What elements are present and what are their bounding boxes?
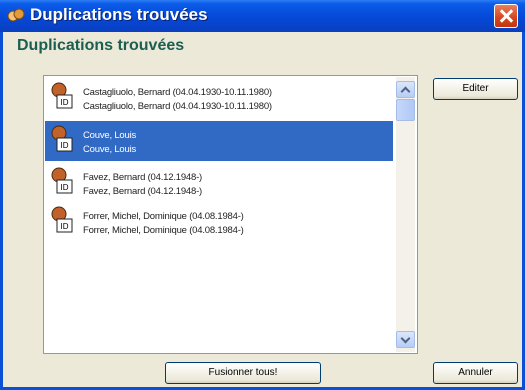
item-line-1: Forrer, Michel, Dominique (04.08.1984-) [83,211,244,222]
vertical-scrollbar[interactable] [396,77,415,352]
dialog-window: Duplications trouvées Duplications trouv… [0,0,525,390]
item-line-2: Favez, Bernard (04.12.1948-) [83,186,203,197]
cancel-button[interactable]: Annuler [433,362,518,384]
svg-text:ID: ID [61,141,69,150]
list-item[interactable]: ID Forrer, Michel, Dominique (04.08.1984… [45,202,393,242]
duplicates-list[interactable]: ID Castagliuolo, Bernard (04.04.1930-10.… [43,75,418,354]
svg-text:ID: ID [61,222,69,231]
item-line-1: Castagliuolo, Bernard (04.04.1930-10.11.… [83,87,272,98]
scroll-up-icon[interactable] [396,81,415,98]
item-line-2: Forrer, Michel, Dominique (04.08.1984-) [83,225,244,236]
close-button[interactable] [494,4,518,28]
edit-button[interactable]: Editer [433,78,518,100]
list-item[interactable]: ID Castagliuolo, Bernard (04.04.1930-10.… [45,78,393,118]
person-id-icon: ID [51,82,73,109]
item-line-1: Couve, Louis [83,130,137,141]
item-line-2: Castagliuolo, Bernard (04.04.1930-10.11.… [83,101,272,112]
title-bar[interactable]: Duplications trouvées [0,0,525,32]
person-id-icon: ID [51,206,73,233]
item-line-2: Couve, Louis [83,144,137,155]
item-line-1: Favez, Bernard (04.12.1948-) [83,172,203,183]
list-item-selected[interactable]: ID Couve, Louis Couve, Louis [45,121,393,161]
scroll-thumb[interactable] [396,99,415,121]
svg-text:ID: ID [61,183,69,192]
app-icon [7,8,25,22]
svg-text:ID: ID [61,98,69,107]
person-id-icon: ID [51,167,73,194]
scroll-down-icon[interactable] [396,331,415,348]
person-id-icon: ID [51,125,73,152]
merge-all-button[interactable]: Fusionner tous! [165,362,321,384]
window-title: Duplications trouvées [30,5,208,24]
list-item[interactable]: ID Favez, Bernard (04.12.1948-) Favez, B… [45,163,393,203]
dialog-heading: Duplications trouvées [17,37,185,54]
